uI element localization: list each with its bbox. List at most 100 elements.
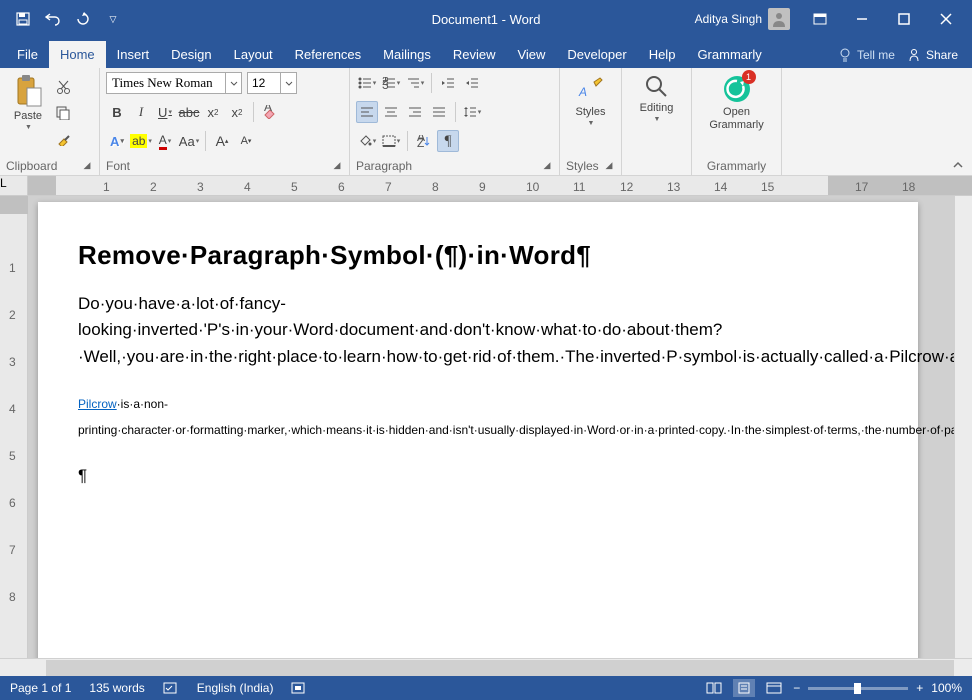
share-button[interactable]: Share bbox=[907, 48, 958, 62]
find-icon bbox=[644, 74, 670, 100]
superscript-button[interactable]: x2 bbox=[226, 101, 248, 123]
shrink-font-button[interactable]: A▾ bbox=[235, 130, 257, 152]
line-spacing-icon bbox=[463, 106, 477, 118]
font-name-combo[interactable]: Times New Roman bbox=[106, 72, 242, 94]
group-grammarly: 1 Open Grammarly Grammarly bbox=[692, 68, 782, 175]
tab-design[interactable]: Design bbox=[160, 41, 222, 68]
underline-button[interactable]: U▾ bbox=[154, 101, 176, 123]
zoom-out-button[interactable]: − bbox=[793, 681, 800, 695]
macro-icon[interactable] bbox=[291, 682, 305, 694]
zoom-level[interactable]: 100% bbox=[931, 681, 962, 695]
zoom-in-button[interactable]: + bbox=[916, 681, 923, 695]
maximize-button[interactable] bbox=[884, 4, 924, 34]
change-case-button[interactable]: Aa▾ bbox=[178, 130, 200, 152]
horizontal-scrollbar[interactable] bbox=[0, 658, 972, 676]
multilevel-list-button[interactable]: ▾ bbox=[404, 72, 426, 94]
share-icon bbox=[907, 48, 921, 62]
tell-me-search[interactable]: Tell me bbox=[838, 48, 895, 62]
tab-grammarly[interactable]: Grammarly bbox=[686, 41, 772, 68]
borders-icon bbox=[382, 135, 396, 147]
align-center-button[interactable] bbox=[380, 101, 402, 123]
quick-access-toolbar: ▽ bbox=[0, 6, 126, 32]
language-indicator[interactable]: English (India) bbox=[197, 681, 274, 695]
document-page[interactable]: Remove·Paragraph·Symbol·(¶)·in·Word¶ Do·… bbox=[38, 202, 918, 658]
grammarly-button[interactable]: 1 Open Grammarly bbox=[715, 72, 759, 134]
redo-button[interactable] bbox=[70, 6, 96, 32]
font-size-combo[interactable]: 12 bbox=[247, 72, 297, 94]
save-button[interactable] bbox=[10, 6, 36, 32]
paste-icon bbox=[14, 74, 42, 108]
format-painter-button[interactable] bbox=[52, 128, 74, 150]
justify-icon bbox=[432, 106, 446, 118]
font-color-button[interactable]: A▾ bbox=[154, 130, 176, 152]
shading-button[interactable]: ▾ bbox=[356, 130, 378, 152]
bold-button[interactable]: B bbox=[106, 101, 128, 123]
web-layout-button[interactable] bbox=[763, 679, 785, 697]
borders-button[interactable]: ▾ bbox=[380, 130, 402, 152]
page-scroll[interactable]: Remove·Paragraph·Symbol·(¶)·in·Word¶ Do·… bbox=[28, 196, 954, 658]
sort-button[interactable]: AZ bbox=[413, 130, 435, 152]
subscript-button[interactable]: x2 bbox=[202, 101, 224, 123]
tab-layout[interactable]: Layout bbox=[223, 41, 284, 68]
tab-view[interactable]: View bbox=[506, 41, 556, 68]
grow-font-button[interactable]: A▴ bbox=[211, 130, 233, 152]
indent-icon bbox=[465, 77, 479, 89]
document-area: 12345678 Remove·Paragraph·Symbol·(¶)·in·… bbox=[0, 196, 972, 658]
group-styles: A Styles ▼ Styles◢ bbox=[560, 68, 622, 175]
vertical-scrollbar[interactable] bbox=[954, 196, 972, 658]
print-layout-button[interactable] bbox=[733, 679, 755, 697]
tab-file[interactable]: File bbox=[6, 41, 49, 68]
tab-review[interactable]: Review bbox=[442, 41, 507, 68]
styles-launcher[interactable]: ◢ bbox=[603, 160, 615, 172]
zoom-slider[interactable] bbox=[808, 687, 908, 690]
svg-text:Z: Z bbox=[417, 136, 424, 147]
align-center-icon bbox=[384, 106, 398, 118]
paragraph-launcher[interactable]: ◢ bbox=[541, 160, 553, 172]
ruler-horizontal[interactable]: L 1234567891011121314151718 bbox=[0, 176, 972, 196]
highlight-button[interactable]: ab▾ bbox=[130, 130, 152, 152]
read-mode-button[interactable] bbox=[703, 679, 725, 697]
align-right-button[interactable] bbox=[404, 101, 426, 123]
italic-button[interactable]: I bbox=[130, 101, 152, 123]
tab-help[interactable]: Help bbox=[638, 41, 687, 68]
bullets-button[interactable]: ▾ bbox=[356, 72, 378, 94]
tab-references[interactable]: References bbox=[284, 41, 372, 68]
paste-button[interactable]: Paste ▼ bbox=[6, 72, 50, 133]
line-spacing-button[interactable]: ▾ bbox=[461, 101, 483, 123]
styles-button[interactable]: A Styles ▼ bbox=[569, 72, 613, 129]
ribbon-tabs: File Home Insert Design Layout Reference… bbox=[0, 38, 972, 68]
user-account[interactable]: Aditya Singh bbox=[687, 8, 798, 30]
clipboard-launcher[interactable]: ◢ bbox=[81, 160, 93, 172]
align-left-button[interactable] bbox=[356, 101, 378, 123]
close-button[interactable] bbox=[926, 4, 966, 34]
tab-developer[interactable]: Developer bbox=[556, 41, 637, 68]
multilevel-icon bbox=[406, 77, 420, 89]
word-count[interactable]: 135 words bbox=[89, 681, 144, 695]
increase-indent-button[interactable] bbox=[461, 72, 483, 94]
decrease-indent-button[interactable] bbox=[437, 72, 459, 94]
ruler-vertical[interactable]: 12345678 bbox=[0, 196, 28, 658]
spell-check-icon[interactable] bbox=[163, 681, 179, 695]
tab-home[interactable]: Home bbox=[49, 41, 106, 68]
ribbon-display-button[interactable] bbox=[800, 4, 840, 34]
copy-button[interactable] bbox=[52, 102, 74, 124]
tab-insert[interactable]: Insert bbox=[106, 41, 161, 68]
status-bar: Page 1 of 1 135 words English (India) − … bbox=[0, 676, 972, 700]
page-indicator[interactable]: Page 1 of 1 bbox=[10, 681, 71, 695]
strikethrough-button[interactable]: abc bbox=[178, 101, 200, 123]
pilcrow-link[interactable]: Pilcrow bbox=[78, 397, 117, 411]
notification-badge: 1 bbox=[742, 70, 756, 84]
justify-button[interactable] bbox=[428, 101, 450, 123]
font-launcher[interactable]: ◢ bbox=[331, 160, 343, 172]
undo-button[interactable] bbox=[40, 6, 66, 32]
editing-button[interactable]: Editing ▼ bbox=[635, 72, 679, 125]
clear-formatting-button[interactable]: A bbox=[259, 101, 281, 123]
tab-mailings[interactable]: Mailings bbox=[372, 41, 442, 68]
minimize-button[interactable] bbox=[842, 4, 882, 34]
collapse-ribbon-button[interactable] bbox=[952, 159, 964, 171]
text-effects-button[interactable]: A▾ bbox=[106, 130, 128, 152]
numbering-button[interactable]: 123▾ bbox=[380, 72, 402, 94]
cut-button[interactable] bbox=[52, 76, 74, 98]
show-hide-button[interactable]: ¶ bbox=[437, 130, 459, 152]
qat-customize-button[interactable]: ▽ bbox=[100, 6, 126, 32]
